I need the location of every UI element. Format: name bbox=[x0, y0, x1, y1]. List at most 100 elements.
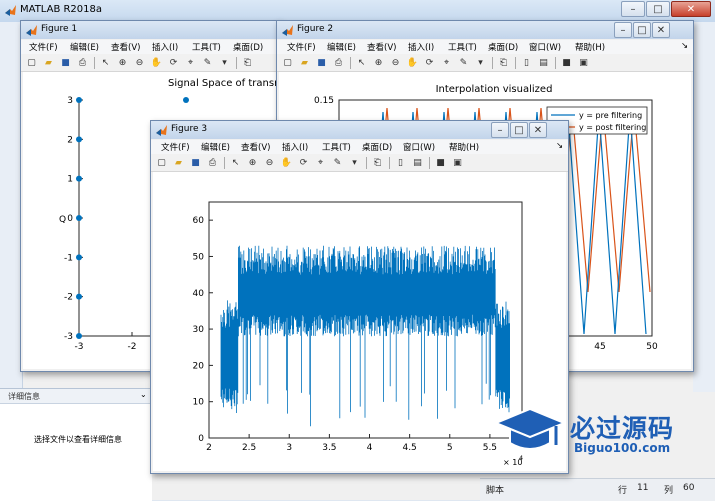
pan-icon[interactable]: ✋ bbox=[280, 156, 293, 169]
colorbar-icon[interactable]: ▯ bbox=[520, 56, 533, 69]
menu-tools[interactable]: 工具(T) bbox=[192, 41, 221, 53]
details-title: 详细信息 bbox=[8, 392, 40, 401]
brush-icon[interactable]: ✎ bbox=[201, 56, 214, 69]
brush-dropdown-icon[interactable]: ▾ bbox=[218, 56, 231, 69]
print-icon[interactable]: ⎙ bbox=[332, 56, 345, 69]
data-cursor-icon[interactable]: ⌖ bbox=[184, 56, 197, 69]
show-plot-tools-icon[interactable]: ▣ bbox=[577, 56, 590, 69]
data-cursor-icon[interactable]: ⌖ bbox=[314, 156, 327, 169]
menu-desktop[interactable]: 桌面(D) bbox=[233, 41, 263, 53]
menu-help[interactable]: 帮助(H) bbox=[575, 41, 605, 53]
zoom-out-icon[interactable]: ⊖ bbox=[133, 56, 146, 69]
maximize-button[interactable]: □ bbox=[510, 122, 528, 138]
legend-icon[interactable]: ▤ bbox=[411, 156, 424, 169]
minimize-button[interactable]: – bbox=[621, 1, 645, 17]
figure1-ylabel: Q bbox=[59, 215, 66, 225]
hide-plot-tools-icon[interactable]: ■ bbox=[560, 56, 573, 69]
pan-icon[interactable]: ✋ bbox=[150, 56, 163, 69]
print-icon[interactable]: ⎙ bbox=[76, 56, 89, 69]
toolbar-separator bbox=[224, 156, 225, 169]
link-plot-icon[interactable]: ⎗ bbox=[371, 156, 384, 169]
link-plot-icon[interactable]: ⎗ bbox=[497, 56, 510, 69]
details-header[interactable]: 详细信息 ⌄ bbox=[0, 389, 152, 404]
figure3-xtick-label: 3.5 bbox=[322, 443, 336, 453]
chevron-down-icon[interactable]: ⌄ bbox=[140, 390, 147, 399]
figure1-xtick-label: -2 bbox=[128, 342, 137, 352]
brush-icon[interactable]: ✎ bbox=[457, 56, 470, 69]
maximize-button[interactable]: □ bbox=[646, 1, 670, 17]
dock-arrow-icon[interactable]: ↘ bbox=[681, 41, 688, 51]
toolbar-separator bbox=[366, 156, 367, 169]
figure1-titlebar[interactable]: Figure 1 bbox=[21, 21, 279, 39]
figure3-titlebar[interactable]: Figure 3 – □ ✕ bbox=[151, 121, 568, 139]
hide-plot-tools-icon[interactable]: ■ bbox=[434, 156, 447, 169]
new-figure-icon[interactable]: ▢ bbox=[281, 56, 294, 69]
menu-insert[interactable]: 插入(I) bbox=[152, 41, 178, 53]
data-cursor-icon[interactable]: ⌖ bbox=[440, 56, 453, 69]
brush-dropdown-icon[interactable]: ▾ bbox=[348, 156, 361, 169]
show-plot-tools-icon[interactable]: ▣ bbox=[451, 156, 464, 169]
menu-tools[interactable]: 工具(T) bbox=[322, 141, 351, 153]
maximize-button[interactable]: □ bbox=[633, 22, 651, 38]
minimize-button[interactable]: – bbox=[614, 22, 632, 38]
menu-desktop[interactable]: 桌面(D) bbox=[488, 41, 518, 53]
dock-arrow-icon[interactable]: ↘ bbox=[556, 141, 563, 151]
figure3-xtick-label: 4 bbox=[367, 443, 373, 453]
save-icon[interactable]: ■ bbox=[59, 56, 72, 69]
figure1-point bbox=[183, 97, 189, 103]
menu-edit[interactable]: 编辑(E) bbox=[201, 141, 230, 153]
menu-window[interactable]: 窗口(W) bbox=[403, 141, 435, 153]
figure3-xtick-label: 2.5 bbox=[242, 443, 256, 453]
menu-window[interactable]: 窗口(W) bbox=[529, 41, 561, 53]
new-figure-icon[interactable]: ▢ bbox=[155, 156, 168, 169]
rotate-icon[interactable]: ⟳ bbox=[297, 156, 310, 169]
rotate-icon[interactable]: ⟳ bbox=[423, 56, 436, 69]
open-icon[interactable]: ▰ bbox=[172, 156, 185, 169]
menu-insert[interactable]: 插入(I) bbox=[282, 141, 308, 153]
menu-file[interactable]: 文件(F) bbox=[287, 41, 316, 53]
link-plot-icon[interactable]: ⎗ bbox=[241, 56, 254, 69]
menu-view[interactable]: 查看(V) bbox=[111, 41, 140, 53]
print-icon[interactable]: ⎙ bbox=[206, 156, 219, 169]
close-button[interactable]: ✕ bbox=[529, 122, 547, 138]
menu-file[interactable]: 文件(F) bbox=[29, 41, 58, 53]
pointer-icon[interactable]: ↖ bbox=[229, 156, 242, 169]
figure3-ytick-label: 50 bbox=[193, 252, 205, 262]
figure3-xtick-label: 4.5 bbox=[402, 443, 416, 453]
figure1-ytick-label: 0 bbox=[67, 214, 73, 224]
pointer-icon[interactable]: ↖ bbox=[99, 56, 112, 69]
menu-edit[interactable]: 编辑(E) bbox=[70, 41, 99, 53]
menu-file[interactable]: 文件(F) bbox=[161, 141, 190, 153]
save-icon[interactable]: ■ bbox=[315, 56, 328, 69]
close-button[interactable]: ✕ bbox=[652, 22, 670, 38]
rotate-icon[interactable]: ⟳ bbox=[167, 56, 180, 69]
open-icon[interactable]: ▰ bbox=[42, 56, 55, 69]
menu-edit[interactable]: 编辑(E) bbox=[327, 41, 356, 53]
details-panel: 详细信息 ⌄ 选择文件以查看详细信息 bbox=[0, 388, 152, 501]
menu-tools[interactable]: 工具(T) bbox=[448, 41, 477, 53]
toolbar-separator bbox=[389, 156, 390, 169]
zoom-in-icon[interactable]: ⊕ bbox=[372, 56, 385, 69]
close-button[interactable]: ✕ bbox=[671, 1, 711, 17]
zoom-in-icon[interactable]: ⊕ bbox=[116, 56, 129, 69]
colorbar-icon[interactable]: ▯ bbox=[394, 156, 407, 169]
open-icon[interactable]: ▰ bbox=[298, 56, 311, 69]
pointer-icon[interactable]: ↖ bbox=[355, 56, 368, 69]
brush-dropdown-icon[interactable]: ▾ bbox=[474, 56, 487, 69]
zoom-out-icon[interactable]: ⊖ bbox=[389, 56, 402, 69]
minimize-button[interactable]: – bbox=[491, 122, 509, 138]
figure2-titlebar[interactable]: Figure 2 – □ ✕ bbox=[277, 21, 693, 39]
zoom-in-icon[interactable]: ⊕ bbox=[246, 156, 259, 169]
brush-icon[interactable]: ✎ bbox=[331, 156, 344, 169]
figure3-ytick-label: 20 bbox=[193, 361, 205, 371]
menu-desktop[interactable]: 桌面(D) bbox=[362, 141, 392, 153]
new-figure-icon[interactable]: ▢ bbox=[25, 56, 38, 69]
menu-view[interactable]: 查看(V) bbox=[367, 41, 396, 53]
menu-view[interactable]: 查看(V) bbox=[241, 141, 270, 153]
zoom-out-icon[interactable]: ⊖ bbox=[263, 156, 276, 169]
menu-insert[interactable]: 插入(I) bbox=[408, 41, 434, 53]
legend-icon[interactable]: ▤ bbox=[537, 56, 550, 69]
menu-help[interactable]: 帮助(H) bbox=[449, 141, 479, 153]
save-icon[interactable]: ■ bbox=[189, 156, 202, 169]
pan-icon[interactable]: ✋ bbox=[406, 56, 419, 69]
